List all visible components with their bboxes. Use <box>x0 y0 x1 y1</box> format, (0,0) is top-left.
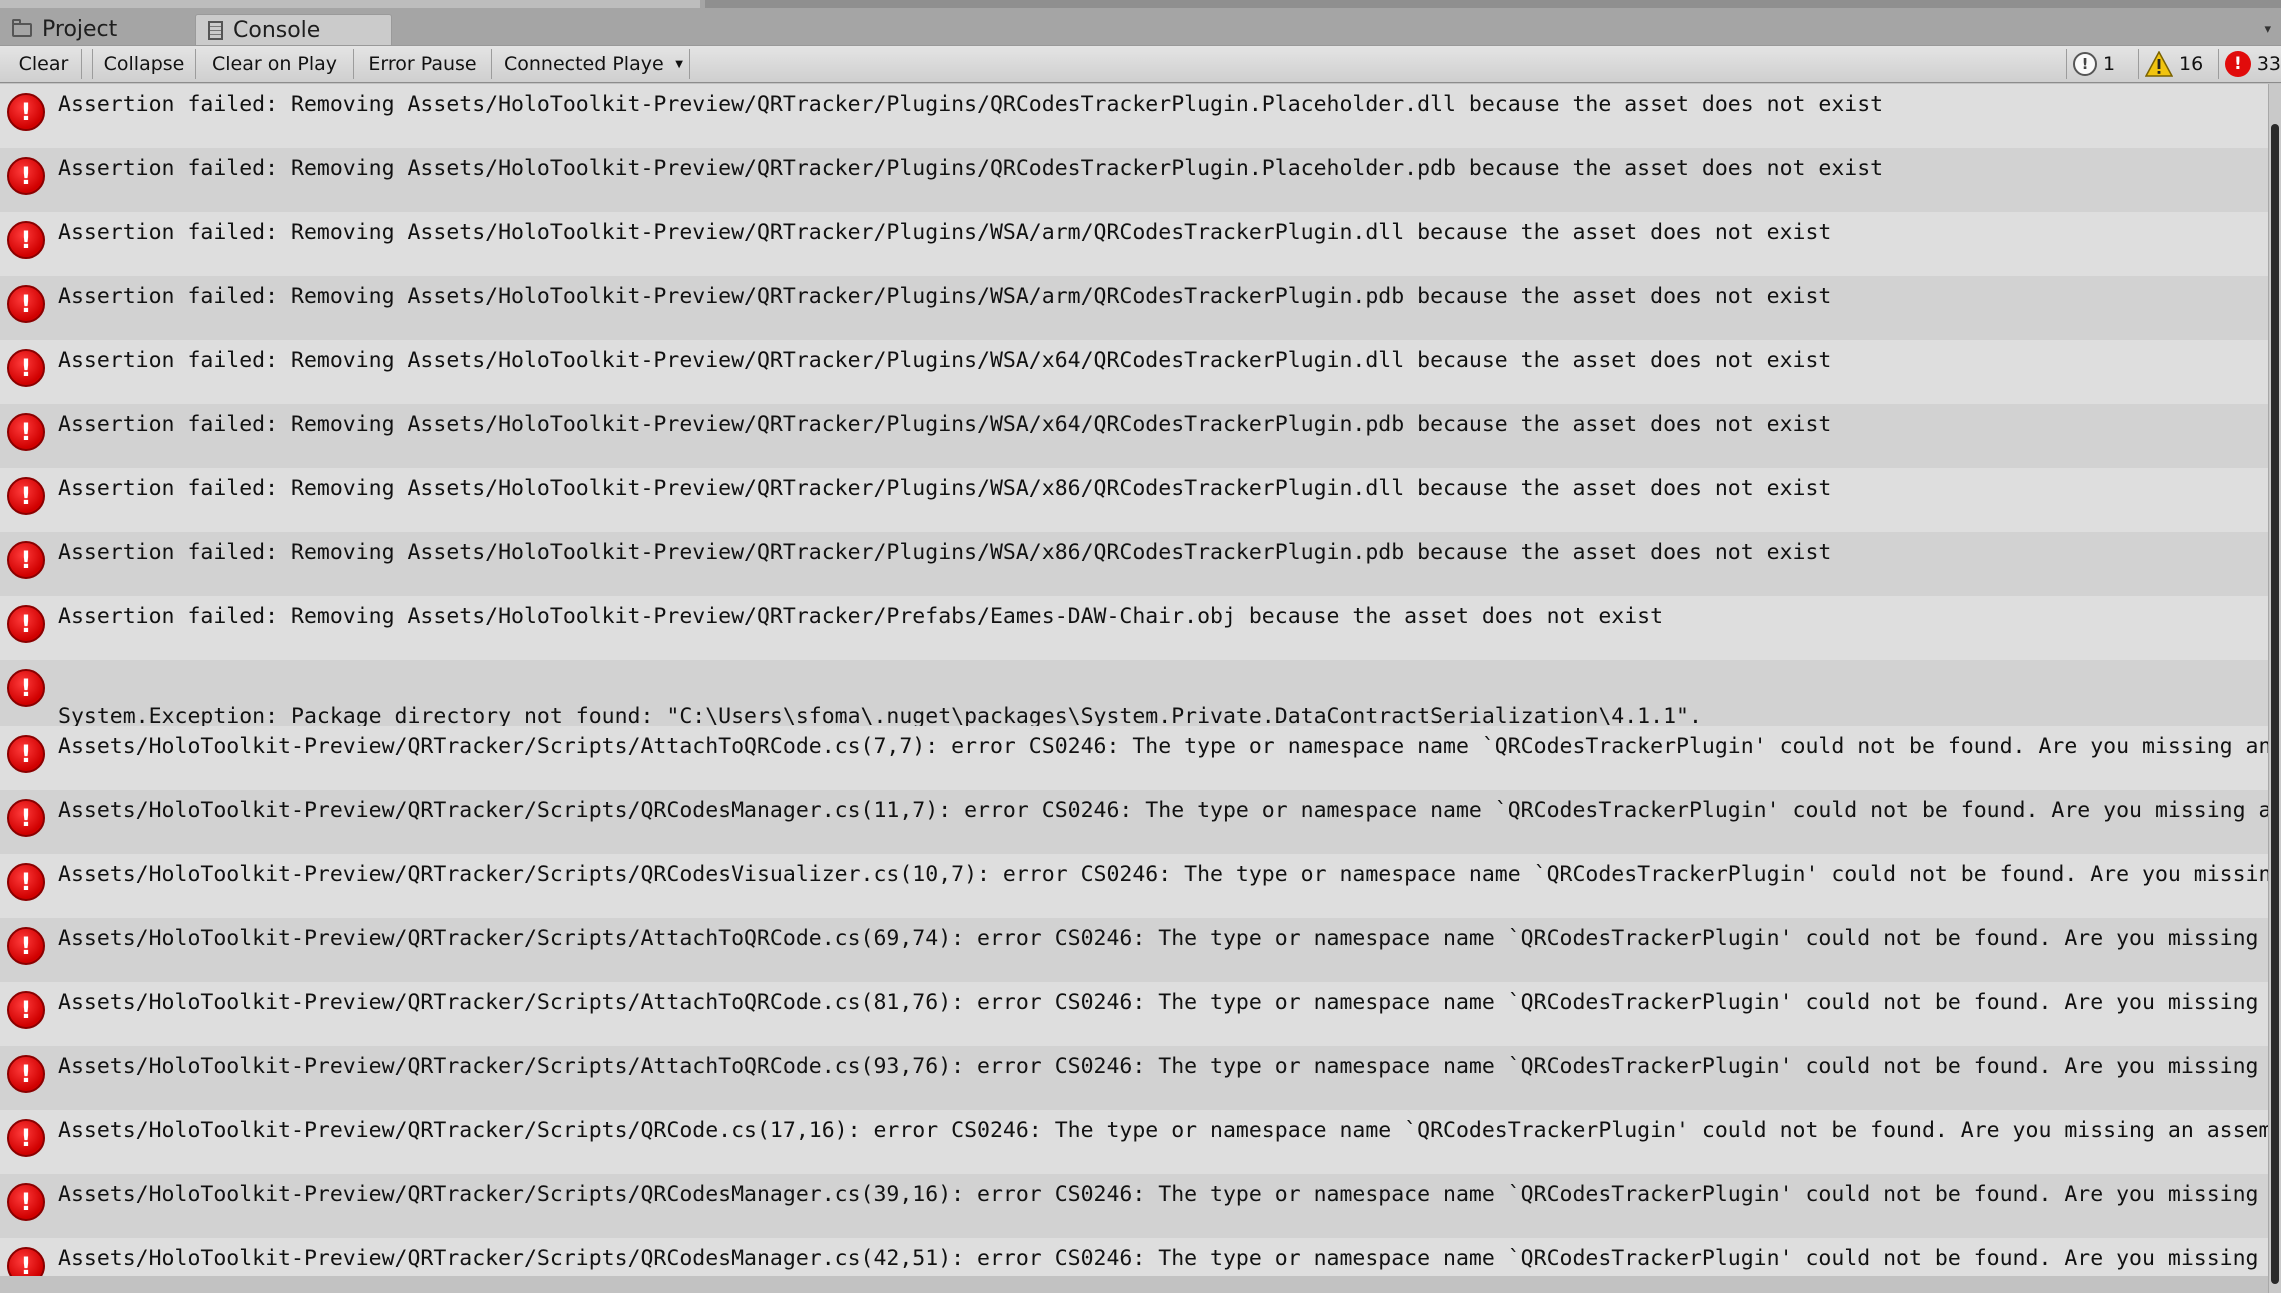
log-message: Assets/HoloToolkit-Preview/QRTracker/Scr… <box>58 734 2268 759</box>
log-entry[interactable]: ! Assets/HoloToolkit-Preview/QRTracker/Sc… <box>0 918 2268 982</box>
log-message: Assertion failed: Removing Assets/HoloTo… <box>58 284 1832 309</box>
log-message: Assertion failed: Removing Assets/HoloTo… <box>58 348 1832 373</box>
folder-icon <box>12 18 32 37</box>
warning-count-toggle[interactable]: 16 <box>2138 49 2218 79</box>
error-icon: ! <box>2225 51 2251 77</box>
log-entry[interactable]: ! Assertion failed: Removing Assets/HoloT… <box>0 340 2268 404</box>
error-icon: ! <box>7 157 45 195</box>
log-entry[interactable]: ! Assertion failed: Removing Assets/HoloT… <box>0 532 2268 596</box>
error-icon: ! <box>7 991 45 1029</box>
chevron-down-icon: ▼ <box>675 59 683 70</box>
clear-on-play-toggle[interactable]: Clear on Play <box>196 49 354 79</box>
log-entry[interactable]: ! Assertion failed: Removing Assets/HoloT… <box>0 84 2268 148</box>
log-entry[interactable]: ! Assets/HoloToolkit-Preview/QRTracker/Sc… <box>0 726 2268 790</box>
log-message: Assertion failed: Removing Assets/HoloTo… <box>58 476 1832 501</box>
clear-button[interactable]: Clear <box>6 49 82 79</box>
warning-icon <box>2144 50 2174 77</box>
tab-console-label: Console <box>233 17 321 43</box>
error-icon: ! <box>7 349 45 387</box>
error-icon: ! <box>7 1055 45 1093</box>
panel-divider <box>705 0 2281 8</box>
log-message: Assets/HoloToolkit-Preview/QRTracker/Scr… <box>58 1246 2268 1271</box>
scrollbar-thumb[interactable] <box>2271 124 2279 1284</box>
error-icon: ! <box>7 927 45 965</box>
error-icon: ! <box>7 477 45 515</box>
error-icon: ! <box>7 863 45 901</box>
error-icon: ! <box>7 285 45 323</box>
error-icon: ! <box>7 221 45 259</box>
info-count: 1 <box>2103 53 2116 75</box>
log-entry[interactable]: ! Assertion failed: Removing Assets/HoloT… <box>0 212 2268 276</box>
log-entry[interactable]: ! Assertion failed: Removing Assets/HoloT… <box>0 404 2268 468</box>
log-scrollbar[interactable] <box>2268 84 2281 1293</box>
log-message: Assertion failed: Removing Assets/HoloTo… <box>58 156 1884 181</box>
console-document-icon <box>208 20 223 40</box>
log-entry[interactable]: ! Assets/HoloToolkit-Preview/QRTracker/Sc… <box>0 982 2268 1046</box>
log-message: Assets/HoloToolkit-Preview/QRTracker/Scr… <box>58 1182 2268 1207</box>
console-toolbar: Clear Collapse Clear on Play Error Pause… <box>0 46 2281 83</box>
tab-project-label: Project <box>42 17 118 42</box>
log-message: Assets/HoloToolkit-Preview/QRTracker/Scr… <box>58 926 2268 951</box>
error-icon: ! <box>7 1119 45 1157</box>
error-pause-toggle[interactable]: Error Pause <box>354 49 492 79</box>
log-message: Assertion failed: Removing Assets/HoloTo… <box>58 220 1832 245</box>
log-entry[interactable]: ! Assertion failed: Removing Assets/HoloT… <box>0 276 2268 340</box>
error-icon: ! <box>7 605 45 643</box>
error-count: 33 <box>2256 53 2281 75</box>
connected-player-dropdown[interactable]: Connected Playe ▼ <box>492 49 690 79</box>
log-entry[interactable]: ! Assertion failed: Removing Assets/HoloT… <box>0 596 2268 660</box>
log-message: Assertion failed: Removing Assets/HoloTo… <box>58 92 1884 117</box>
panel-menu-icon[interactable]: ▾ <box>2264 22 2271 37</box>
log-message: Assets/HoloToolkit-Preview/QRTracker/Scr… <box>58 990 2268 1015</box>
log-message: Assets/HoloToolkit-Preview/QRTracker/Scr… <box>58 798 2268 823</box>
log-message: Assertion failed: Removing Assets/HoloTo… <box>58 412 1832 437</box>
info-count-toggle[interactable]: ! 1 <box>2066 49 2138 79</box>
log-entry[interactable]: ! Assets/HoloToolkit-Preview/QRTracker/Sc… <box>0 1238 2268 1276</box>
log-entry[interactable]: ! Assets/HoloToolkit-Preview/QRTracker/Sc… <box>0 790 2268 854</box>
log-entry[interactable]: ! Assets/HoloToolkit-Preview/QRTracker/Sc… <box>0 1110 2268 1174</box>
tab-console[interactable]: Console <box>195 14 392 45</box>
warning-count: 16 <box>2179 53 2204 75</box>
error-icon: ! <box>7 1183 45 1221</box>
info-icon: ! <box>2073 52 2097 76</box>
connected-player-label: Connected Playe <box>504 53 664 75</box>
error-count-toggle[interactable]: ! 33 <box>2218 49 2281 79</box>
log-entry[interactable]: ! Assets/HoloToolkit-Preview/QRTracker/Sc… <box>0 1174 2268 1238</box>
log-message: Assets/HoloToolkit-Preview/QRTracker/Scr… <box>58 862 2268 887</box>
tab-strip: Project Console ▾ <box>0 0 2281 46</box>
error-icon: ! <box>7 93 45 131</box>
log-entry[interactable]: ! Assertion failed: Removing Assets/HoloT… <box>0 468 2268 532</box>
error-icon: ! <box>7 413 45 451</box>
tab-project[interactable]: Project <box>0 14 195 45</box>
log-entry[interactable]: ! Assets/HoloToolkit-Preview/QRTracker/Sc… <box>0 1046 2268 1110</box>
console-log-list[interactable]: ! Assertion failed: Removing Assets/HoloT… <box>0 84 2268 1293</box>
log-message: System.Exception: Package directory not … <box>58 704 1702 726</box>
log-message: Assets/HoloToolkit-Preview/QRTracker/Scr… <box>58 1118 2268 1143</box>
log-entry[interactable]: ! System.Exception: Package directory not… <box>0 660 2268 726</box>
error-icon: ! <box>7 799 45 837</box>
log-message: Assertion failed: Removing Assets/HoloTo… <box>58 604 1664 629</box>
error-icon: ! <box>7 541 45 579</box>
panel-divider <box>0 0 700 8</box>
log-entry[interactable]: ! Assets/HoloToolkit-Preview/QRTracker/Sc… <box>0 854 2268 918</box>
log-entry[interactable]: ! Assertion failed: Removing Assets/HoloT… <box>0 148 2268 212</box>
log-message: Assertion failed: Removing Assets/HoloTo… <box>58 540 1832 565</box>
collapse-toggle[interactable]: Collapse <box>92 49 196 79</box>
log-message: Assets/HoloToolkit-Preview/QRTracker/Scr… <box>58 1054 2268 1079</box>
error-icon: ! <box>7 669 45 707</box>
error-icon: ! <box>7 735 45 773</box>
error-icon: ! <box>7 1247 45 1276</box>
